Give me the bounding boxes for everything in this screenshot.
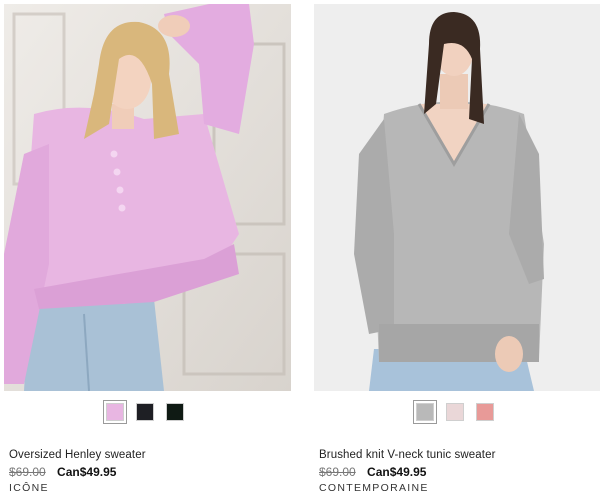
swatch-fill — [476, 403, 494, 421]
swatch-black[interactable] — [133, 400, 157, 424]
product-image[interactable] — [314, 4, 600, 391]
brand-label: ICÔNE — [9, 482, 49, 494]
color-swatches — [103, 400, 187, 424]
swatch-fill — [136, 403, 154, 421]
product-image[interactable] — [4, 4, 291, 391]
swatch-coral[interactable] — [473, 400, 497, 424]
swatch-fill — [416, 403, 434, 421]
product-name-link[interactable]: Brushed knit V-neck tunic sweater — [319, 449, 496, 461]
product-grid: Oversized Henley sweater $69.00 Can$49.9… — [0, 0, 600, 497]
product-card[interactable]: Oversized Henley sweater $69.00 Can$49.9… — [4, 4, 291, 494]
original-price: $69.00 — [9, 465, 46, 479]
color-swatches — [413, 400, 497, 424]
original-price: $69.00 — [319, 465, 356, 479]
swatch-fill — [446, 403, 464, 421]
sale-price: Can$49.95 — [57, 465, 117, 479]
price-row: $69.00 Can$49.95 — [319, 465, 426, 479]
product-name-link[interactable]: Oversized Henley sweater — [9, 449, 146, 461]
product-photo — [314, 4, 600, 391]
sale-price: Can$49.95 — [367, 465, 427, 479]
swatch-fill — [166, 403, 184, 421]
swatch-light-pink[interactable] — [443, 400, 467, 424]
price-row: $69.00 Can$49.95 — [9, 465, 116, 479]
brand-label: CONTEMPORAINE — [319, 482, 429, 494]
product-card[interactable]: Brushed knit V-neck tunic sweater $69.00… — [314, 4, 600, 494]
swatch-grey[interactable] — [413, 400, 437, 424]
swatch-fill — [106, 403, 124, 421]
swatch-dark-green[interactable] — [163, 400, 187, 424]
swatch-pink[interactable] — [103, 400, 127, 424]
product-photo — [4, 4, 291, 391]
